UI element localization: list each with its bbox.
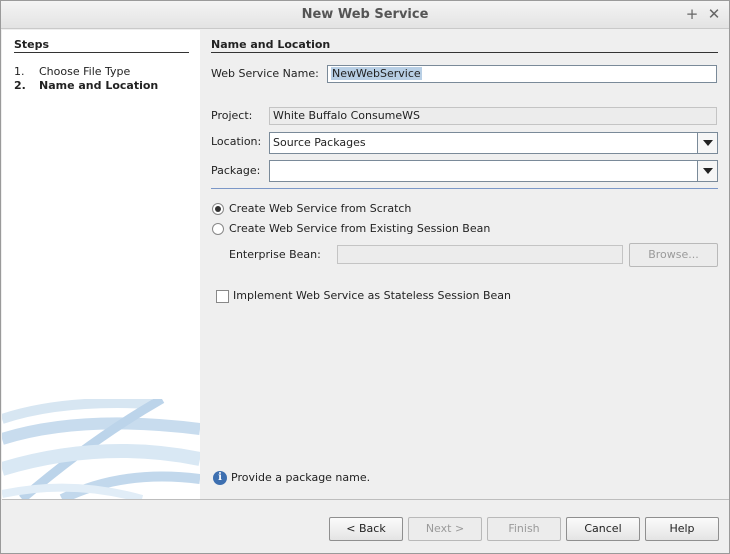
radio-create-from-scratch-label[interactable]: Create Web Service from Scratch — [229, 202, 411, 215]
web-service-name-input[interactable]: NewWebService — [327, 65, 717, 83]
info-icon: i — [213, 471, 227, 485]
title-bar[interactable]: New Web Service + ✕ — [1, 1, 729, 29]
location-value: Source Packages — [273, 136, 366, 149]
radio-create-from-session-bean[interactable] — [212, 223, 224, 235]
project-label: Project: — [211, 109, 253, 122]
stateless-session-bean-checkbox[interactable] — [216, 290, 229, 303]
cancel-button[interactable]: Cancel — [566, 517, 640, 541]
package-dropdown[interactable] — [269, 160, 718, 182]
plus-icon[interactable]: + — [684, 5, 700, 23]
enterprise-bean-field — [337, 245, 623, 264]
radio-create-from-scratch[interactable] — [212, 203, 224, 215]
finish-button[interactable]: Finish — [487, 517, 561, 541]
decorative-swoosh-graphic — [2, 399, 200, 499]
step-number: 1. — [14, 65, 25, 78]
new-web-service-dialog: New Web Service + ✕ Steps 1. Choose File … — [0, 0, 730, 554]
browse-button[interactable]: Browse... — [629, 243, 718, 267]
chevron-down-icon[interactable] — [697, 161, 717, 181]
help-button[interactable]: Help — [645, 517, 719, 541]
step-number: 2. — [14, 79, 26, 92]
section-heading: Name and Location — [211, 38, 331, 51]
dialog-title: New Web Service — [301, 7, 429, 22]
project-field: White Buffalo ConsumeWS — [269, 107, 717, 125]
chevron-down-icon[interactable] — [697, 133, 717, 153]
step-label: Choose File Type — [39, 65, 131, 78]
web-service-name-label: Web Service Name: — [211, 67, 319, 80]
close-icon[interactable]: ✕ — [706, 5, 722, 23]
location-dropdown[interactable]: Source Packages — [269, 132, 718, 154]
content-panel: Name and Location Web Service Name: NewW… — [201, 30, 729, 499]
step-label: Name and Location — [39, 79, 159, 92]
web-service-name-value: NewWebService — [331, 67, 422, 80]
status-message: Provide a package name. — [231, 471, 371, 484]
button-bar: < Back Next > Finish Cancel Help — [2, 500, 729, 553]
location-label: Location: — [211, 135, 262, 148]
steps-panel: Steps 1. Choose File Type 2. Name and Loca… — [2, 30, 200, 499]
step-choose-file-type: 1. Choose File Type — [14, 65, 130, 78]
step-name-and-location: 2. Name and Location — [14, 79, 158, 92]
back-button[interactable]: < Back — [329, 517, 403, 541]
radio-create-from-session-bean-label[interactable]: Create Web Service from Existing Session… — [229, 222, 490, 235]
next-button[interactable]: Next > — [408, 517, 482, 541]
enterprise-bean-label: Enterprise Bean: — [229, 248, 321, 261]
steps-divider — [14, 52, 189, 53]
steps-heading: Steps — [14, 38, 50, 51]
stateless-session-bean-label[interactable]: Implement Web Service as Stateless Sessi… — [233, 289, 511, 302]
section-separator — [211, 188, 718, 189]
package-label: Package: — [211, 164, 261, 177]
section-divider — [211, 52, 718, 53]
